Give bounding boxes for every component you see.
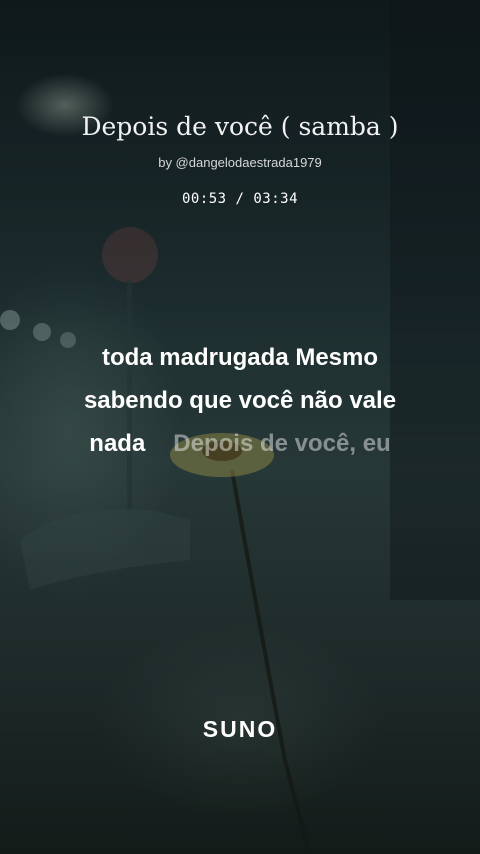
lyric-line: sabendo que você não vale [83, 387, 397, 414]
lyric-upcoming-text: Depois de você, eu [173, 430, 391, 457]
lyric-sung-text: nada [89, 430, 146, 457]
song-title: Depois de você ( samba ) [81, 112, 399, 141]
lyric-line: nada Depois de você, eu [40, 422, 440, 465]
suno-logo: SUNO [202, 716, 278, 742]
lyric-line: toda madrugada Mesmo [101, 344, 379, 371]
lyrics-block: toda madrugada Mesmo sabendo que você nã… [40, 336, 440, 465]
song-byline: by @dangelodaestrada1979 [158, 155, 322, 170]
playback-time: 00:53 / 03:34 [181, 191, 299, 207]
